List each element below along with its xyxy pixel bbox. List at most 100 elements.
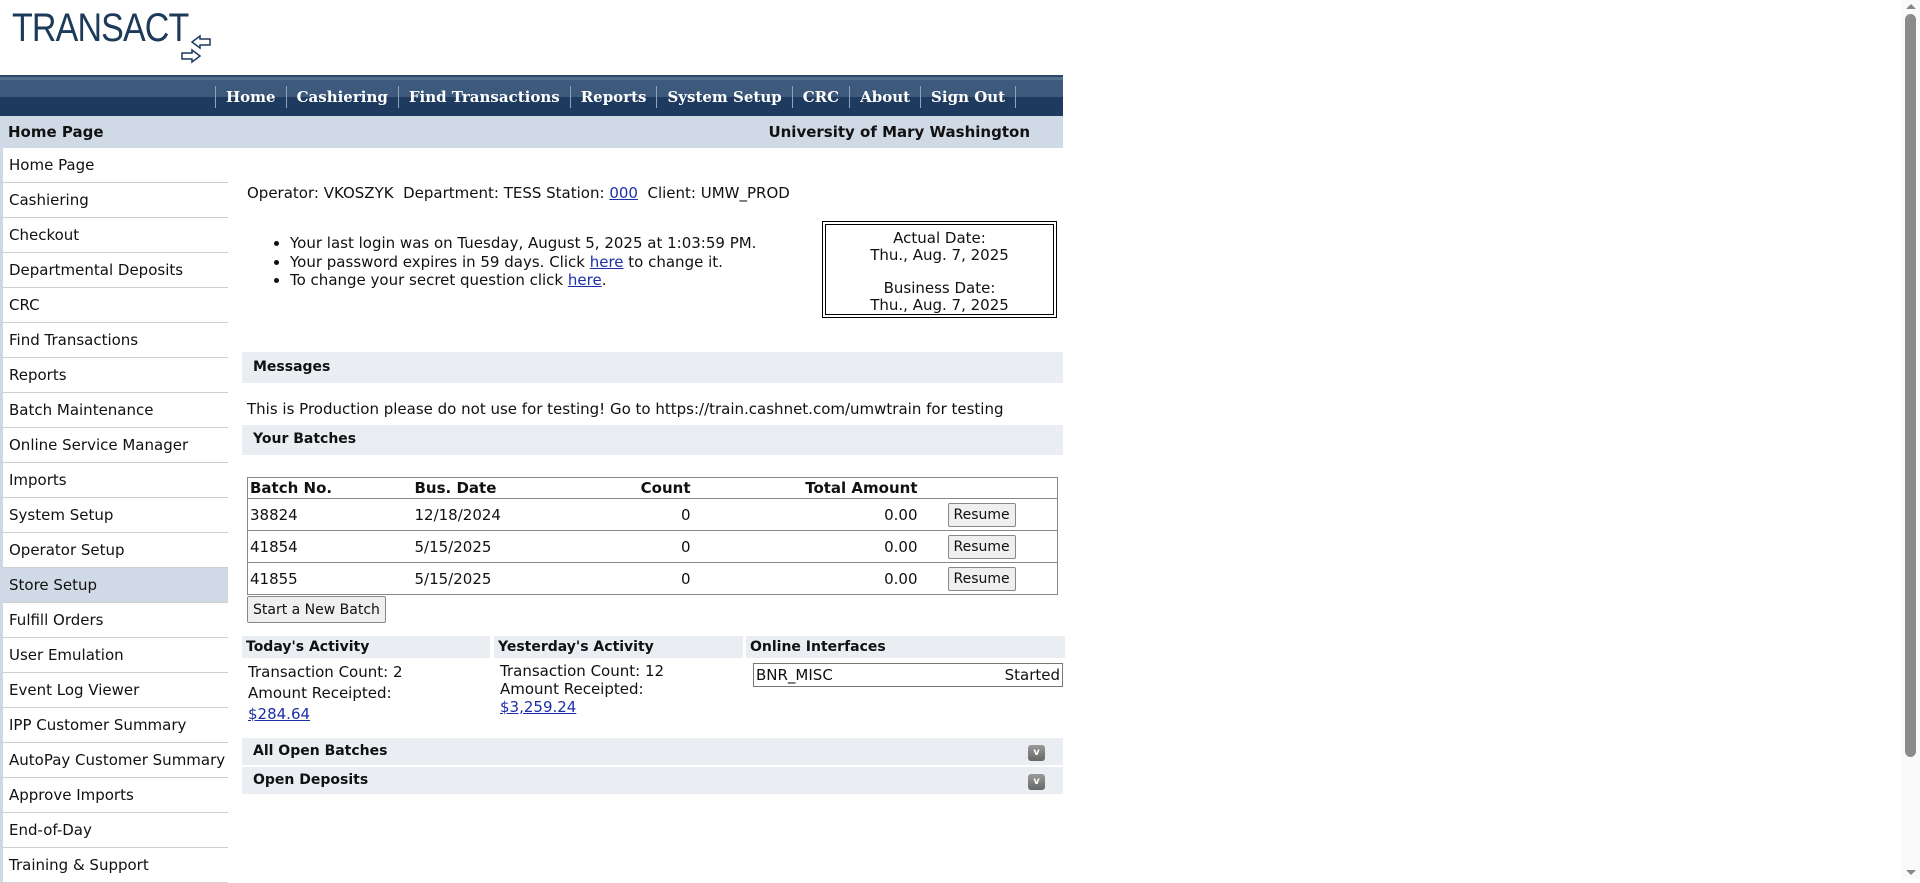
action-cell: Resume (919, 562, 1058, 595)
your-batches-header: Your Batches (242, 425, 1063, 455)
change-password-link[interactable]: here (590, 253, 624, 271)
all-open-batches-label: All Open Batches (253, 743, 388, 759)
today-amount-link[interactable]: $284.64 (248, 705, 310, 723)
nav-crc[interactable]: CRC (791, 85, 849, 108)
arrows-exchange-icon (181, 34, 211, 64)
table-row: 41855 5/15/2025 0 0.00 Resume (247, 562, 1058, 595)
operator-info: Operator: VKOSZYK Department: TESS Stati… (247, 184, 790, 202)
business-date-label: Business Date: (883, 279, 996, 297)
secret-question-notice: To change your secret question click her… (290, 271, 756, 290)
todays-activity-header: Today's Activity (242, 636, 490, 658)
sidebar-item-cashiering[interactable]: Cashiering (0, 183, 228, 218)
logo-text: TRANSACT (12, 6, 189, 50)
page-title: Home Page (8, 123, 104, 141)
sidebar: Home Page Cashiering Checkout Departmental … (0, 148, 228, 883)
chevron-down-icon[interactable]: v (1028, 745, 1045, 761)
resume-button[interactable]: Resume (947, 502, 1016, 527)
vertical-scrollbar[interactable] (1901, 0, 1920, 879)
interface-row: BNR_MISC Started (753, 663, 1063, 687)
table-row: 41854 5/15/2025 0 0.00 Resume (247, 530, 1058, 563)
batch-no-cell: 41854 (247, 530, 413, 563)
open-deposits-label: Open Deposits (253, 772, 369, 788)
action-cell: Resume (919, 530, 1058, 563)
nav-home[interactable]: Home (215, 85, 286, 108)
change-secret-question-link[interactable]: here (568, 271, 602, 289)
nav-find-transactions[interactable]: Find Transactions (397, 85, 570, 108)
sidebar-item-event-log-viewer[interactable]: Event Log Viewer (0, 673, 228, 708)
yesterday-count: Transaction Count: 12 (500, 662, 665, 680)
count-cell: 0 (572, 530, 693, 563)
todays-activity: Transaction Count: 2 Amount Receipted: $… (248, 662, 403, 725)
sidebar-item-end-of-day[interactable]: End-of-Day (0, 813, 228, 848)
password-notice: Your password expires in 59 days. Click … (290, 253, 756, 272)
station-link[interactable]: 000 (609, 184, 638, 202)
actual-date: Thu., Aug. 7, 2025 (870, 246, 1009, 264)
message-text: This is Production please do not use for… (247, 400, 1004, 418)
scrollbar-thumb[interactable] (1905, 14, 1916, 757)
batch-no-cell: 38824 (247, 498, 413, 531)
scroll-down-arrow-icon[interactable] (1906, 870, 1916, 875)
sidebar-item-operator-setup[interactable]: Operator Setup (0, 533, 228, 568)
nav-about[interactable]: About (849, 85, 920, 108)
online-interfaces-header: Online Interfaces (746, 636, 1065, 658)
sidebar-item-checkout[interactable]: Checkout (0, 218, 228, 253)
total-amount-cell: 0.00 (692, 562, 920, 595)
total-amount-cell: 0.00 (692, 530, 920, 563)
col-action (919, 477, 1058, 499)
today-count: Transaction Count: 2 (248, 663, 403, 681)
transact-logo: TRANSACT (12, 6, 222, 66)
total-amount-cell: 0.00 (692, 498, 920, 531)
sidebar-item-imports[interactable]: Imports (0, 463, 228, 498)
today-amount-label: Amount Receipted: (248, 684, 392, 702)
operator-label: Operator: VKOSZYK Department: TESS Stati… (247, 184, 610, 202)
interface-name: BNR_MISC (756, 666, 833, 684)
sidebar-item-autopay-customer-summary[interactable]: AutoPay Customer Summary (0, 743, 228, 778)
col-total-amount: Total Amount (692, 477, 920, 499)
actual-date-label: Actual Date: (893, 229, 986, 247)
bus-date-cell: 12/18/2024 (412, 498, 573, 531)
nav-sign-out[interactable]: Sign Out (920, 85, 1017, 108)
count-cell: 0 (572, 498, 693, 531)
nav-system-setup[interactable]: System Setup (656, 85, 791, 108)
sidebar-item-batch-maintenance[interactable]: Batch Maintenance (0, 393, 228, 428)
start-new-batch-button[interactable]: Start a New Batch (247, 596, 386, 623)
sidebar-item-user-emulation[interactable]: User Emulation (0, 638, 228, 673)
sidebar-item-system-setup[interactable]: System Setup (0, 498, 228, 533)
resume-button[interactable]: Resume (947, 534, 1016, 559)
sidebar-item-store-setup[interactable]: Store Setup (0, 568, 228, 603)
sidebar-item-fulfill-orders[interactable]: Fulfill Orders (0, 603, 228, 638)
sidebar-item-home-page[interactable]: Home Page (0, 148, 228, 183)
count-cell: 0 (572, 562, 693, 595)
bus-date-cell: 5/15/2025 (412, 562, 573, 595)
yesterdays-activity-header: Yesterday's Activity (494, 636, 743, 658)
yesterday-amount-label: Amount Receipted: (500, 680, 644, 698)
sidebar-item-departmental-deposits[interactable]: Departmental Deposits (0, 253, 228, 288)
sidebar-item-online-service-manager[interactable]: Online Service Manager (0, 428, 228, 463)
bus-date-cell: 5/15/2025 (412, 530, 573, 563)
sidebar-item-crc[interactable]: CRC (0, 288, 228, 323)
business-date: Thu., Aug. 7, 2025 (870, 296, 1009, 314)
top-nav: Home Cashiering Find Transactions Report… (0, 75, 1063, 116)
date-box: Actual Date: Thu., Aug. 7, 2025 Business… (822, 221, 1057, 318)
sidebar-item-find-transactions[interactable]: Find Transactions (0, 323, 228, 358)
yesterdays-activity: Transaction Count: 12 Amount Receipted: … (500, 662, 664, 716)
sidebar-item-training-support[interactable]: Training & Support (0, 848, 228, 883)
batch-no-cell: 41855 (247, 562, 413, 595)
last-login-notice: Your last login was on Tuesday, August 5… (290, 234, 756, 253)
sidebar-item-ipp-customer-summary[interactable]: IPP Customer Summary (0, 708, 228, 743)
nav-reports[interactable]: Reports (569, 85, 657, 108)
sidebar-item-approve-imports[interactable]: Approve Imports (0, 778, 228, 813)
messages-header: Messages (242, 352, 1063, 383)
all-open-batches-section[interactable]: All Open Batches v (242, 738, 1063, 765)
scroll-up-arrow-icon[interactable] (1906, 4, 1916, 9)
batches-table: Batch No. Bus. Date Count Total Amount 3… (247, 477, 1058, 595)
table-row: 38824 12/18/2024 0 0.00 Resume (247, 498, 1058, 531)
sidebar-item-reports[interactable]: Reports (0, 358, 228, 393)
chevron-down-icon[interactable]: v (1028, 774, 1045, 790)
institution-name: University of Mary Washington (768, 123, 1030, 141)
nav-cashiering[interactable]: Cashiering (285, 85, 398, 108)
notice-list: Your last login was on Tuesday, August 5… (290, 234, 756, 290)
yesterday-amount-link[interactable]: $3,259.24 (500, 698, 576, 716)
resume-button[interactable]: Resume (947, 566, 1016, 591)
open-deposits-section[interactable]: Open Deposits v (242, 767, 1063, 794)
